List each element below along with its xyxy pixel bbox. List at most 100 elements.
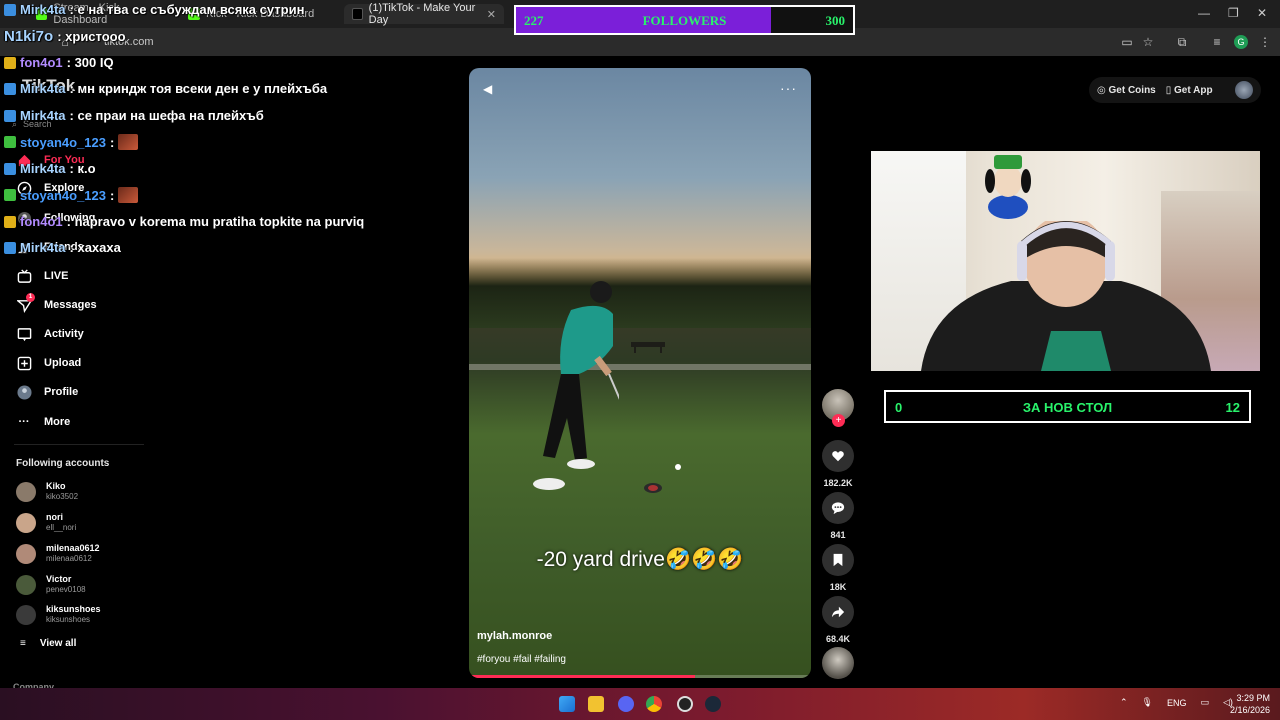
following-account[interactable]: Victor penev0108 <box>16 574 86 595</box>
user-avatar[interactable] <box>1235 81 1253 99</box>
chat-username: fon4o1 <box>20 55 63 70</box>
network-icon[interactable]: ▭ <box>1201 697 1210 708</box>
chat-message: Mirk4ta : мн криндж тоя всеки ден е у пл… <box>4 81 327 96</box>
video-progress-bar[interactable] <box>469 675 811 678</box>
cast-icon[interactable]: ▭ <box>1120 35 1134 49</box>
nav-more[interactable]: ··· More <box>16 414 71 430</box>
followers-target: 300 <box>825 13 846 28</box>
badge-icon <box>4 162 16 175</box>
nav-activity[interactable]: Activity <box>16 326 84 342</box>
emote-image <box>118 187 139 203</box>
video-progress-fill <box>469 675 695 678</box>
following-account[interactable]: nori ell__nori <box>16 512 76 533</box>
minimize-icon[interactable]: — <box>1198 6 1210 20</box>
account-username: milenaa0612 <box>46 554 92 563</box>
nav-label: More <box>44 416 71 428</box>
top-right-actions: ◎ Get Coins ▯ Get App <box>1089 77 1261 103</box>
obs-icon[interactable] <box>677 696 693 712</box>
account-username: penev0108 <box>46 585 86 594</box>
nav-label: Upload <box>44 357 82 369</box>
close-window-icon[interactable]: ✕ <box>1257 6 1267 20</box>
tab-label: (1)TikTok - Make Your Day <box>368 2 476 26</box>
browser-menu-icon[interactable]: ⋮ <box>1258 35 1272 49</box>
following-account[interactable]: kiksunshoes kiksunshoes <box>16 604 101 625</box>
emote-image <box>118 134 139 150</box>
chat-message: stoyan4o_123 : <box>4 134 139 150</box>
video-more-icon[interactable]: ··· <box>780 80 797 96</box>
language-indicator[interactable]: ENG <box>1167 698 1187 708</box>
divider <box>14 444 144 445</box>
sound-disc[interactable] <box>822 647 854 679</box>
followers-goal-bar: 227 FOLLOWERS 300 <box>514 5 855 35</box>
video-player[interactable]: ◀ ··· -20 yard drive🤣🤣🤣 mylah.monroe #fo… <box>469 68 811 678</box>
webcam-feed <box>871 151 1260 371</box>
chat-username: stoyan4o_123 <box>20 187 106 203</box>
goal-label: ЗА НОВ СТОЛ <box>1022 400 1113 415</box>
following-account[interactable]: milenaa0612 milenaa0612 <box>16 543 100 564</box>
sub-badge-icon <box>4 136 16 148</box>
chat-text: : napravo v korema mu pratiha topkite na… <box>66 214 365 229</box>
upload-icon <box>16 355 32 371</box>
account-username: kiko3502 <box>46 492 79 501</box>
comment-button[interactable]: 841 <box>822 492 854 540</box>
file-explorer-icon[interactable] <box>588 696 604 712</box>
windows-taskbar: ⌃ 🎙 ENG ▭ ◁) 3:29 PM 2/16/2026 <box>0 688 1280 720</box>
crown-badge-icon <box>4 56 16 69</box>
follow-plus-icon[interactable]: + <box>832 414 845 427</box>
video-hashtags[interactable]: #foryou #fail #failing <box>477 654 566 665</box>
chat-message: stoyan4o_123 : <box>4 187 139 203</box>
live-icon <box>16 268 32 284</box>
account-name: Victor <box>46 574 72 584</box>
golf-ball <box>675 464 681 470</box>
chat-message: Mirk4ta : е на тва се събуждам всяка сут… <box>4 2 304 17</box>
avatar <box>16 543 36 564</box>
bookmark-star-icon[interactable]: ☆ <box>1141 35 1155 49</box>
volume-muted-icon[interactable]: ◀ <box>483 82 492 96</box>
clock[interactable]: 3:29 PM 2/16/2026 <box>1226 692 1270 716</box>
steam-icon[interactable] <box>705 696 721 712</box>
get-coins-label: Get Coins <box>1108 84 1156 96</box>
view-all-link[interactable]: ≡ View all <box>20 638 76 649</box>
chat-username: stoyan4o_123 <box>20 134 106 150</box>
chrome-icon[interactable] <box>646 696 662 712</box>
start-icon[interactable] <box>559 696 575 712</box>
chat-text: : к.о <box>69 161 96 176</box>
account-username: kiksunshoes <box>46 615 91 624</box>
heart-icon <box>822 440 854 472</box>
get-app-button[interactable]: ▯ Get App <box>1166 85 1213 96</box>
media-icon[interactable]: ≡ <box>1210 35 1224 49</box>
close-tab-icon[interactable]: ✕ <box>487 8 496 21</box>
browser-tab-active[interactable]: (1)TikTok - Make Your Day ✕ <box>344 2 504 26</box>
comment-count: 841 <box>830 530 846 540</box>
save-button[interactable]: 18K <box>822 544 854 592</box>
nav-profile[interactable]: Profile <box>16 384 78 400</box>
avatar <box>16 604 36 625</box>
bench <box>631 342 665 353</box>
profile-avatar-icon[interactable]: G <box>1234 35 1248 49</box>
account-name: milenaa0612 <box>46 543 100 553</box>
extensions-icon[interactable]: ⧉ <box>1175 35 1189 49</box>
get-coins-button[interactable]: ◎ Get Coins <box>1097 85 1156 96</box>
chat-text: : се праи на шефа на плейхъб <box>69 108 264 123</box>
chat-username: Mirk4ta <box>20 81 66 96</box>
nav-live[interactable]: LIVE <box>16 268 68 284</box>
nav-messages[interactable]: 1 Messages <box>16 293 97 313</box>
chat-username: N1ki7o <box>4 28 54 45</box>
like-button[interactable]: 182.2K <box>822 440 854 488</box>
badge-icon <box>4 241 16 254</box>
discord-icon[interactable] <box>618 696 634 712</box>
chat-text: : мн криндж тоя всеки ден е у плейхъба <box>69 81 328 96</box>
comment-icon <box>822 492 854 524</box>
video-caption-overlay: -20 yard drive🤣🤣🤣 <box>536 548 744 571</box>
system-tray: ⌃ 🎙 ENG ▭ ◁) <box>1120 697 1233 708</box>
nav-upload[interactable]: Upload <box>16 355 81 371</box>
chevron-up-icon[interactable]: ⌃ <box>1120 697 1128 708</box>
chat-message: N1ki7o : христооо <box>4 28 126 45</box>
restore-icon[interactable]: ❐ <box>1228 6 1239 20</box>
share-button[interactable]: 68.4K <box>822 596 854 644</box>
chat-text: : <box>110 187 115 203</box>
following-account[interactable]: Kiko kiko3502 <box>16 481 78 502</box>
video-author[interactable]: mylah.monroe <box>477 630 552 642</box>
goofy-plush <box>985 155 1031 219</box>
microphone-icon[interactable]: 🎙 <box>1142 697 1153 708</box>
